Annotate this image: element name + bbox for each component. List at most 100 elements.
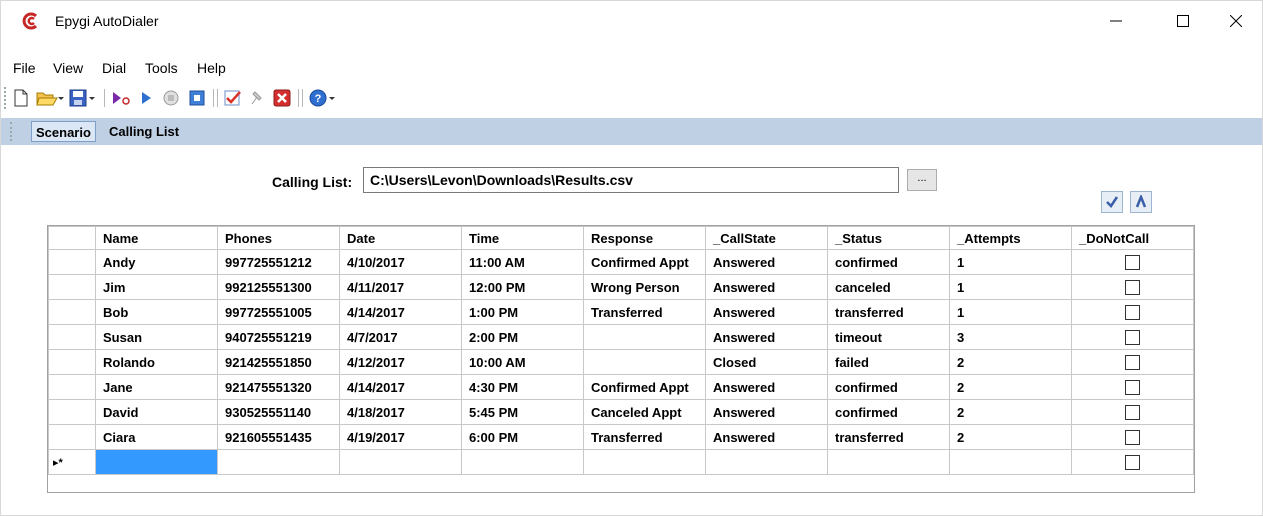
time-cell[interactable]: 6:00 PM — [461, 424, 584, 450]
callstate-cell[interactable]: Answered — [705, 324, 828, 350]
play-icon[interactable] — [136, 88, 156, 108]
row-header[interactable] — [48, 299, 96, 325]
column-header-status[interactable]: _Status — [827, 226, 950, 250]
donotcall-cell[interactable] — [1071, 374, 1194, 400]
open-icon[interactable] — [36, 88, 64, 108]
delete-icon[interactable] — [272, 88, 292, 108]
column-header-name[interactable]: Name — [95, 226, 218, 250]
phones-cell[interactable]: 940725551219 — [217, 324, 340, 350]
name-cell[interactable]: Ciara — [95, 424, 218, 450]
date-cell[interactable]: 4/10/2017 — [339, 249, 462, 275]
name-cell[interactable]: Andy — [95, 249, 218, 275]
donotcall-checkbox[interactable] — [1125, 455, 1140, 471]
name-cell[interactable]: Jane — [95, 374, 218, 400]
date-cell[interactable]: 4/14/2017 — [339, 299, 462, 325]
donotcall-checkbox[interactable] — [1125, 255, 1140, 271]
table-row[interactable]: Ciara 921605551435 4/19/2017 6:00 PM Transfe… — [48, 424, 1194, 450]
check-icon[interactable] — [223, 88, 243, 108]
new-row-name-cell[interactable] — [95, 449, 218, 475]
date-cell[interactable]: 4/12/2017 — [339, 349, 462, 375]
donotcall-cell[interactable] — [1071, 424, 1194, 450]
tab-calling-list[interactable]: Calling List — [105, 121, 183, 142]
new-row-cell[interactable] — [827, 449, 950, 475]
donotcall-cell[interactable] — [1071, 299, 1194, 325]
attempts-cell[interactable]: 1 — [949, 299, 1072, 325]
status-cell[interactable]: confirmed — [827, 249, 950, 275]
time-cell[interactable]: 1:00 PM — [461, 299, 584, 325]
date-cell[interactable]: 4/18/2017 — [339, 399, 462, 425]
date-cell[interactable]: 4/11/2017 — [339, 274, 462, 300]
new-row-cell[interactable] — [461, 449, 584, 475]
donotcall-checkbox[interactable] — [1125, 305, 1140, 321]
name-cell[interactable]: Susan — [95, 324, 218, 350]
menu-view[interactable]: View — [53, 60, 83, 76]
status-cell[interactable]: canceled — [827, 274, 950, 300]
time-cell[interactable]: 12:00 PM — [461, 274, 584, 300]
pause-icon[interactable] — [187, 88, 207, 108]
attempts-cell[interactable]: 2 — [949, 374, 1072, 400]
column-header-time[interactable]: Time — [461, 226, 584, 250]
status-cell[interactable]: confirmed — [827, 399, 950, 425]
close-button[interactable] — [1206, 1, 1263, 41]
minimize-button[interactable] — [1086, 1, 1146, 41]
column-header-donotcall[interactable]: _DoNotCall — [1071, 226, 1194, 250]
column-header-phones[interactable]: Phones — [217, 226, 340, 250]
response-cell[interactable]: Wrong Person — [583, 274, 706, 300]
table-row[interactable]: David 930525551140 4/18/2017 5:45 PM Cancele… — [48, 399, 1194, 425]
time-cell[interactable]: 2:00 PM — [461, 324, 584, 350]
response-cell[interactable] — [583, 324, 706, 350]
tabstrip-grip[interactable] — [10, 122, 13, 141]
new-row-cell[interactable] — [705, 449, 828, 475]
column-header-attempts[interactable]: _Attempts — [949, 226, 1072, 250]
callstate-cell[interactable]: Closed — [705, 349, 828, 375]
donotcall-cell[interactable] — [1071, 249, 1194, 275]
phones-cell[interactable]: 997725551212 — [217, 249, 340, 275]
table-row[interactable]: Rolando 921425551850 4/12/2017 10:00 AM Clos… — [48, 349, 1194, 375]
donotcall-cell[interactable] — [1071, 349, 1194, 375]
callstate-cell[interactable]: Answered — [705, 274, 828, 300]
phones-cell[interactable]: 930525551140 — [217, 399, 340, 425]
table-row[interactable]: Bob 997725551005 4/14/2017 1:00 PM Transferr… — [48, 299, 1194, 325]
new-row-cell[interactable] — [583, 449, 706, 475]
time-cell[interactable]: 11:00 AM — [461, 249, 584, 275]
row-header[interactable] — [48, 274, 96, 300]
toolbar-grip[interactable] — [4, 87, 7, 109]
response-cell[interactable]: Transferred — [583, 424, 706, 450]
time-cell[interactable]: 4:30 PM — [461, 374, 584, 400]
new-row-cell[interactable] — [217, 449, 340, 475]
date-cell[interactable]: 4/7/2017 — [339, 324, 462, 350]
donotcall-checkbox[interactable] — [1125, 380, 1140, 396]
name-cell[interactable]: Bob — [95, 299, 218, 325]
table-row[interactable]: Jane 921475551320 4/14/2017 4:30 PM Confirme… — [48, 374, 1194, 400]
stop-icon[interactable] — [161, 88, 181, 108]
menu-help[interactable]: Help — [197, 60, 226, 76]
browse-button[interactable]: ... — [907, 169, 937, 191]
phones-cell[interactable]: 992125551300 — [217, 274, 340, 300]
status-cell[interactable]: confirmed — [827, 374, 950, 400]
attempts-cell[interactable]: 2 — [949, 399, 1072, 425]
name-cell[interactable]: Jim — [95, 274, 218, 300]
callstate-cell[interactable]: Answered — [705, 424, 828, 450]
uncheck-all-button[interactable] — [1130, 191, 1152, 213]
attempts-cell[interactable]: 1 — [949, 274, 1072, 300]
callstate-cell[interactable]: Answered — [705, 299, 828, 325]
row-header[interactable] — [48, 424, 96, 450]
new-row-cell[interactable] — [339, 449, 462, 475]
donotcall-cell[interactable] — [1071, 399, 1194, 425]
phones-cell[interactable]: 997725551005 — [217, 299, 340, 325]
phones-cell[interactable]: 921605551435 — [217, 424, 340, 450]
donotcall-checkbox[interactable] — [1125, 405, 1140, 421]
new-icon[interactable] — [11, 88, 31, 108]
help-icon[interactable]: ? — [309, 88, 337, 108]
row-header[interactable] — [48, 349, 96, 375]
status-cell[interactable]: failed — [827, 349, 950, 375]
status-cell[interactable]: transferred — [827, 299, 950, 325]
attempts-cell[interactable]: 3 — [949, 324, 1072, 350]
donotcall-cell[interactable] — [1071, 449, 1194, 475]
date-cell[interactable]: 4/14/2017 — [339, 374, 462, 400]
callstate-cell[interactable]: Answered — [705, 249, 828, 275]
check-all-button[interactable] — [1101, 191, 1123, 213]
column-header-response[interactable]: Response — [583, 226, 706, 250]
callstate-cell[interactable]: Answered — [705, 374, 828, 400]
row-header[interactable] — [48, 324, 96, 350]
